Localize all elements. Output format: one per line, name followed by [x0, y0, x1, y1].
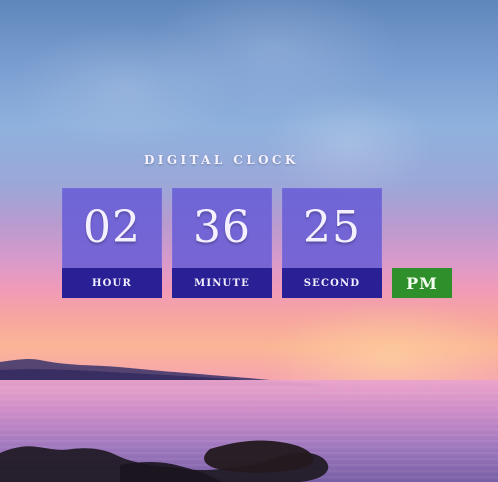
minute-tile: 36 MINUTE [172, 188, 272, 298]
minute-value: 36 [193, 202, 251, 253]
hour-label: HOUR [62, 268, 162, 298]
hour-tile: 02 HOUR [62, 188, 162, 298]
second-label: SECOND [282, 268, 382, 298]
second-tile: 25 SECOND [282, 188, 382, 298]
minute-label: MINUTE [172, 268, 272, 298]
am-pm-indicator: PM [392, 268, 452, 298]
hour-value: 02 [83, 202, 141, 253]
clock-title: DIGITAL CLOCK [144, 153, 299, 167]
shore-rocks [0, 440, 329, 482]
second-value: 25 [303, 202, 361, 253]
